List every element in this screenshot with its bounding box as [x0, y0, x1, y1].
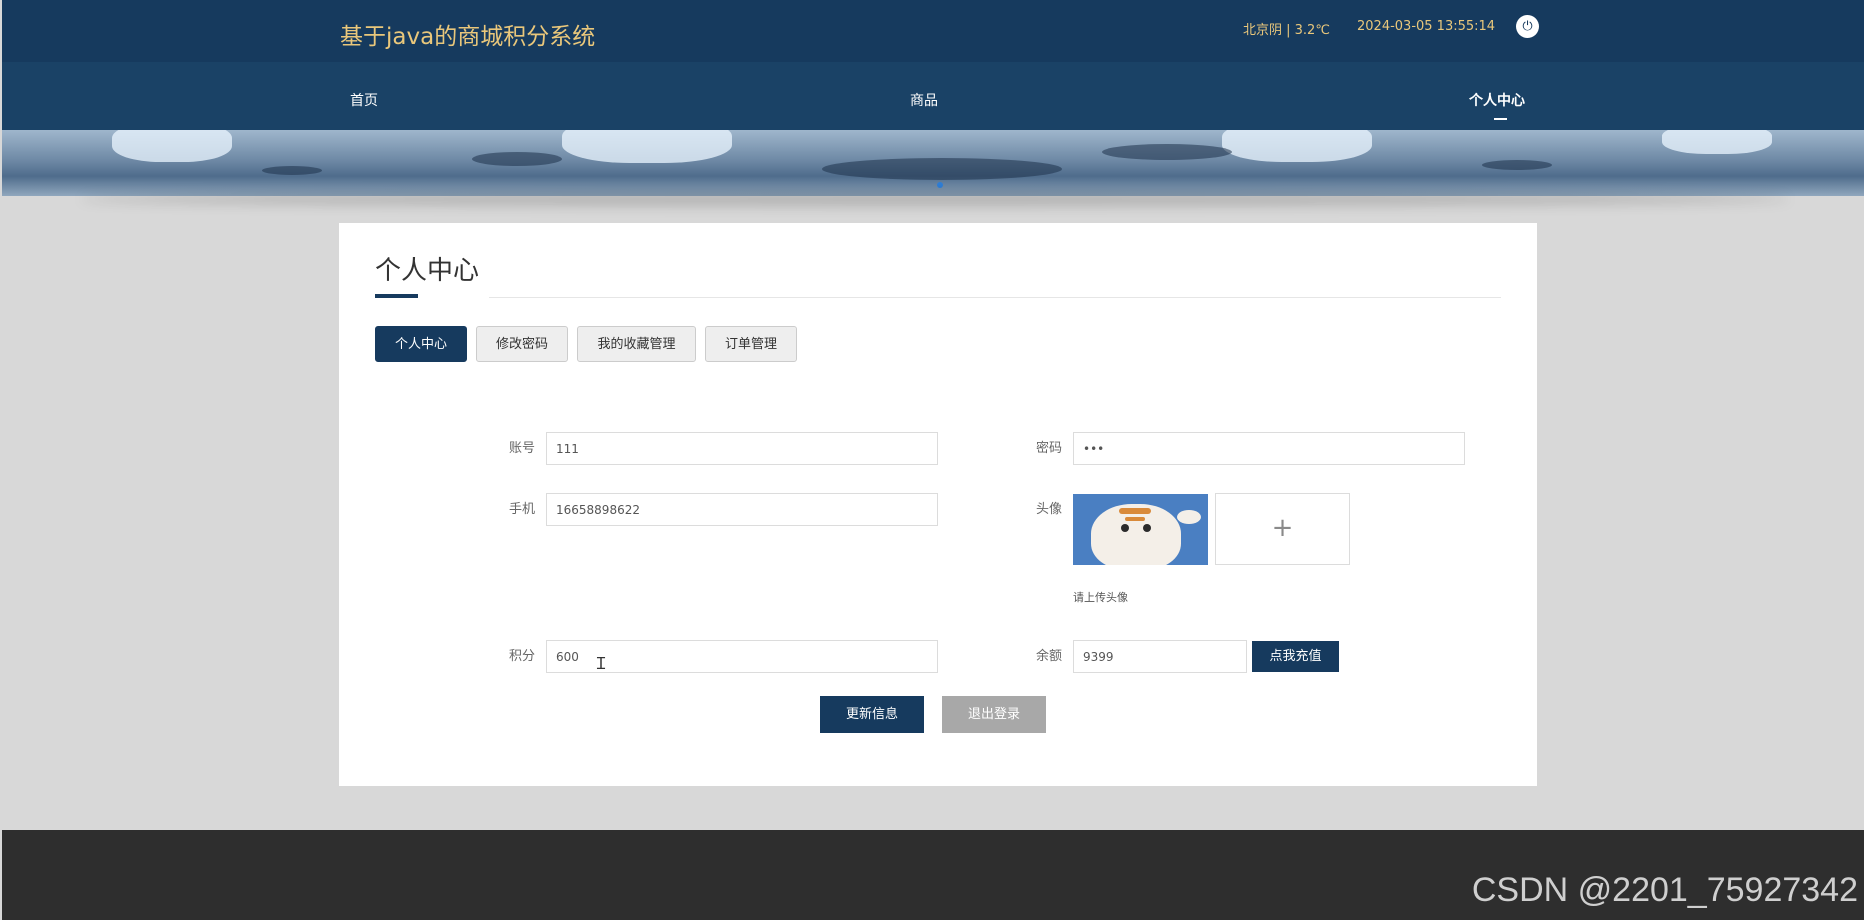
- top-bar: 基于java的商城积分系统 北京阴 | 3.2℃ 2024-03-05 13:5…: [2, 0, 1864, 130]
- points-label: 积分: [508, 649, 535, 664]
- update-info-button[interactable]: 更新信息: [820, 696, 924, 733]
- watermark: CSDN @2201_75927342: [1471, 871, 1858, 909]
- weather-info: 北京阴 | 3.2℃: [1243, 23, 1330, 38]
- main-nav: 首页 商品 个人中心: [2, 62, 1864, 130]
- nav-item-home[interactable]: 首页: [350, 90, 378, 110]
- tab-orders[interactable]: 订单管理: [705, 326, 797, 362]
- power-icon[interactable]: ⏻: [1516, 15, 1539, 38]
- balance-input[interactable]: [1073, 640, 1247, 673]
- password-label: 密码: [1035, 441, 1062, 456]
- nav-active-indicator: [1494, 118, 1507, 120]
- avatar-upload-hint: 请上传头像: [1073, 591, 1128, 604]
- phone-label: 手机: [508, 502, 535, 517]
- text-cursor-icon: Ｉ: [593, 654, 610, 673]
- title-accent-bar: [375, 294, 418, 298]
- logout-button[interactable]: 退出登录: [942, 696, 1046, 733]
- avatar-label: 头像: [1035, 502, 1062, 517]
- avatar-upload-button[interactable]: +: [1215, 493, 1350, 565]
- nav-item-products[interactable]: 商品: [910, 90, 938, 110]
- banner-shadow: [80, 192, 1790, 206]
- account-label: 账号: [508, 441, 535, 456]
- title-divider: [489, 297, 1501, 298]
- password-input[interactable]: [1073, 432, 1465, 465]
- banner-image: [2, 130, 1864, 196]
- site-title: 基于java的商城积分系统: [340, 24, 596, 50]
- nav-item-user-center[interactable]: 个人中心: [1469, 90, 1525, 110]
- tab-user-center[interactable]: 个人中心: [375, 326, 467, 362]
- avatar-image[interactable]: [1073, 494, 1208, 565]
- balance-label: 余额: [1035, 649, 1062, 664]
- page-title: 个人中心: [375, 256, 480, 286]
- account-input[interactable]: [546, 432, 938, 465]
- footer: CSDN @2201_75927342: [2, 830, 1864, 920]
- recharge-button[interactable]: 点我充值: [1252, 641, 1339, 672]
- tab-favorites[interactable]: 我的收藏管理: [577, 326, 696, 362]
- datetime: 2024-03-05 13:55:14: [1357, 19, 1496, 34]
- carousel-indicator[interactable]: [937, 182, 943, 188]
- tab-change-password[interactable]: 修改密码: [476, 326, 568, 362]
- phone-input[interactable]: [546, 493, 938, 526]
- user-center-panel: 个人中心 个人中心 修改密码 我的收藏管理 订单管理 账号 密码 手机 头像 +…: [339, 223, 1537, 786]
